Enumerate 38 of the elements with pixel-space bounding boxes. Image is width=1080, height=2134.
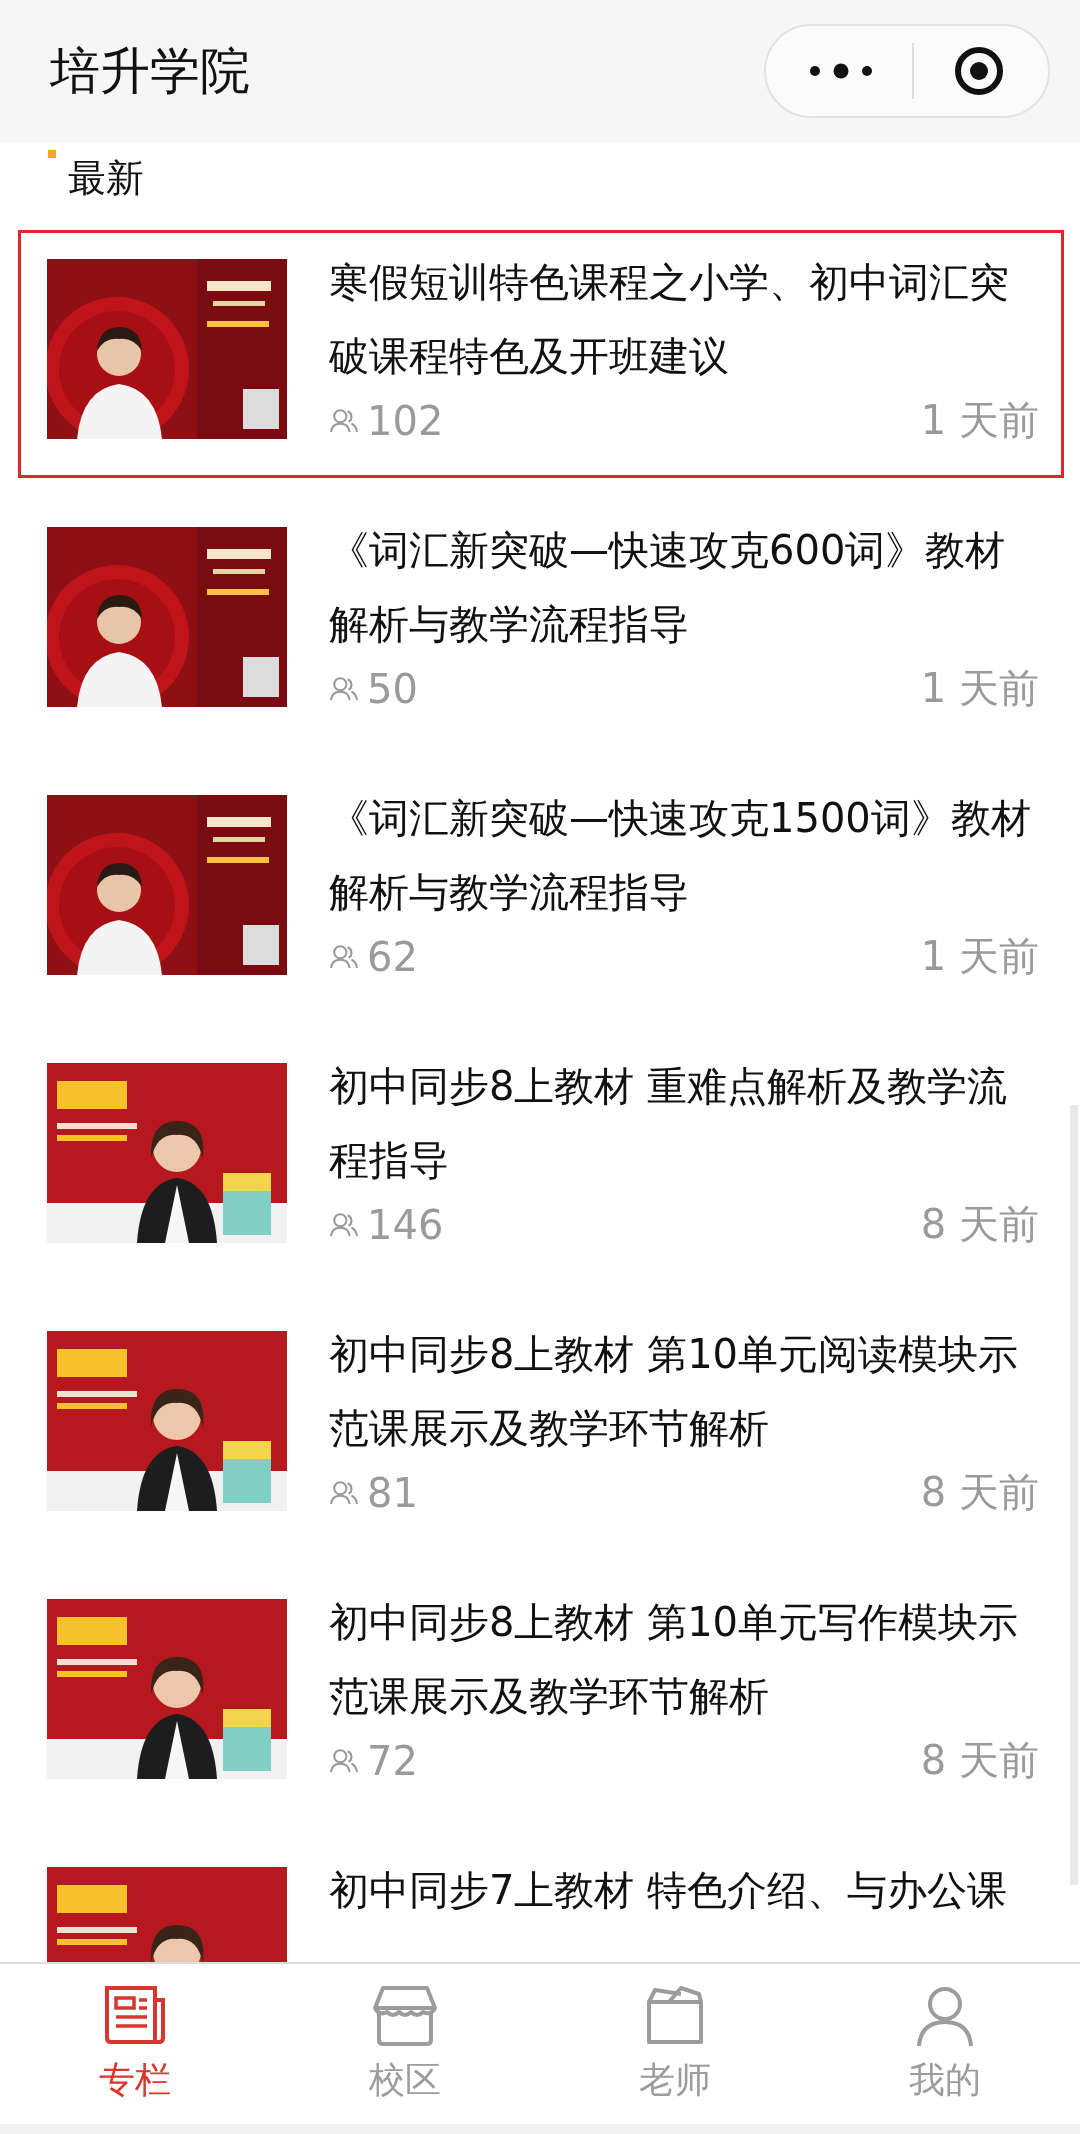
course-item[interactable]: 《词汇新突破—快速攻克600词》教材解析与教学流程指导 50 1 天前 bbox=[18, 498, 1064, 746]
course-title: 寒假短训特色课程之小学、初中词汇突破课程特色及开班建议 bbox=[329, 258, 1010, 381]
view-count: 72 bbox=[367, 1737, 419, 1784]
people-icon bbox=[329, 1211, 359, 1238]
course-title: 初中同步8上教材 第10单元写作模块示范课展示及教学环节解析 bbox=[329, 1598, 1020, 1721]
course-title: 初中同步7上教材 特色介绍、与办公课 bbox=[329, 1866, 1009, 1915]
course-title: 初中同步8上教材 第10单元阅读模块示范课展示及教学环节解析 bbox=[329, 1330, 1020, 1453]
course-item[interactable]: 初中同步8上教材 第10单元阅读模块示范课展示及教学环节解析 81 8 天前 bbox=[18, 1302, 1064, 1550]
course-title: 初中同步8上教材 重难点解析及教学流程指导 bbox=[329, 1062, 1009, 1185]
view-count: 50 bbox=[367, 665, 419, 712]
view-count: 81 bbox=[367, 1469, 419, 1516]
publish-time: 8 天前 bbox=[920, 1468, 1039, 1517]
course-title: 《词汇新突破—快速攻克600词》教材解析与教学流程指导 bbox=[329, 526, 1007, 649]
section-title: 最新 bbox=[68, 154, 144, 202]
people-icon bbox=[329, 675, 359, 702]
publish-time: 1 天前 bbox=[920, 396, 1039, 445]
people-icon bbox=[329, 1747, 359, 1774]
publish-time: 8 天前 bbox=[920, 1200, 1039, 1249]
section-marker bbox=[48, 150, 56, 158]
tab-item[interactable]: 专栏 bbox=[0, 1964, 270, 2124]
publish-time: 8 天前 bbox=[920, 1736, 1039, 1785]
publish-time: 1 天前 bbox=[920, 664, 1039, 713]
course-item[interactable]: 寒假短训特色课程之小学、初中词汇突破课程特色及开班建议 102 1 天前 bbox=[18, 230, 1064, 478]
people-icon bbox=[329, 1479, 359, 1506]
view-count: 146 bbox=[367, 1201, 445, 1248]
people-icon bbox=[329, 943, 359, 970]
store-icon bbox=[371, 1983, 439, 2048]
course-item[interactable]: 《词汇新突破—快速攻克1500词》教材解析与教学流程指导 62 1 天前 bbox=[18, 766, 1064, 1014]
view-count: 102 bbox=[367, 397, 445, 444]
close-icon[interactable] bbox=[952, 45, 1005, 97]
people-icon bbox=[329, 407, 359, 434]
app-title: 培升学院 bbox=[50, 40, 250, 102]
course-item[interactable]: 初中同步8上教材 第10单元写作模块示范课展示及教学环节解析 72 8 天前 bbox=[18, 1570, 1064, 1818]
publish-time: 1 天前 bbox=[920, 932, 1039, 981]
more-icon[interactable] bbox=[809, 63, 874, 79]
course-item[interactable]: 初中同步8上教材 重难点解析及教学流程指导 146 8 天前 bbox=[18, 1034, 1064, 1282]
view-count: 62 bbox=[367, 933, 419, 980]
course-title: 《词汇新突破—快速攻克1500词》教材解析与教学流程指导 bbox=[329, 794, 1032, 917]
